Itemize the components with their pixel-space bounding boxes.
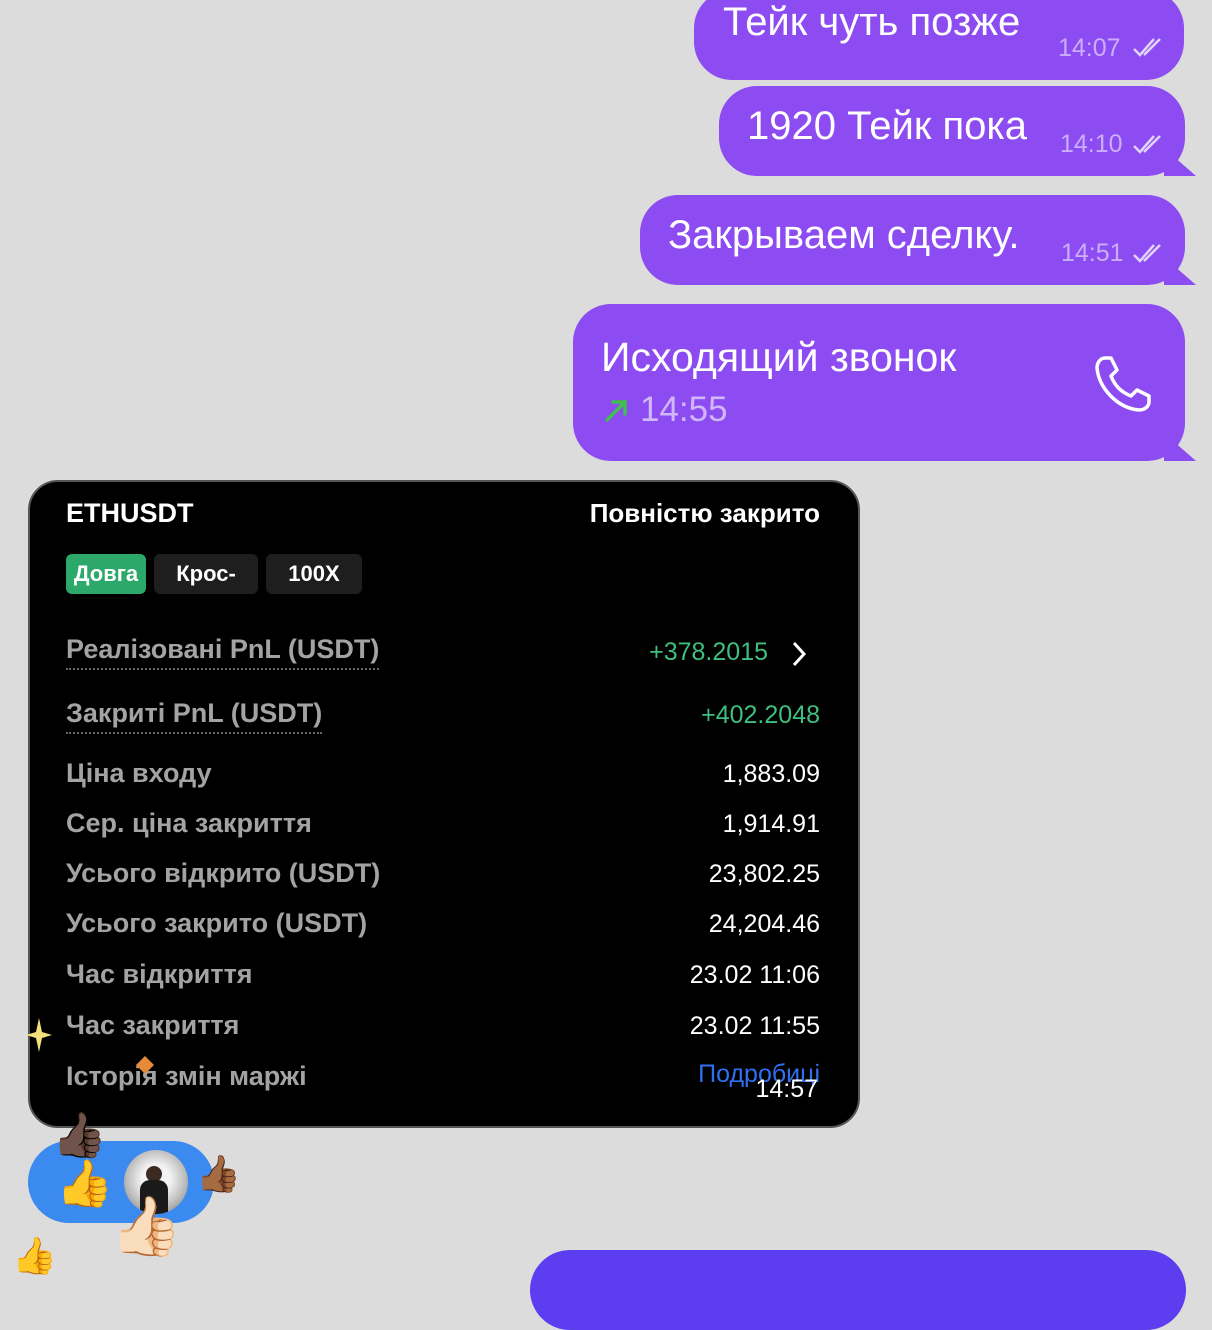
message-bubble[interactable] bbox=[530, 1250, 1186, 1330]
thumbs-up-emoji-icon: 👍🏾 bbox=[196, 1153, 241, 1194]
message-text: 1920 Тейк пока bbox=[747, 104, 1028, 148]
call-title: Исходящий звонок bbox=[601, 334, 957, 380]
avg-close-price-value: 1,914.91 bbox=[722, 810, 820, 838]
call-bubble[interactable]: Исходящий звонок 14:55 bbox=[573, 304, 1185, 461]
message-bubble[interactable]: Закрываем сделку. 14:51 bbox=[640, 195, 1185, 285]
total-opened-label: Усього відкрито (USDT) bbox=[66, 858, 381, 888]
read-ticks-icon bbox=[1133, 244, 1161, 263]
closed-pnl-label: Закриті PnL (USDT) bbox=[66, 698, 323, 734]
trade-result-card[interactable]: ETHUSDT Повністю закрито Довга Крос- 100… bbox=[28, 480, 860, 1128]
chevron-right-icon[interactable] bbox=[790, 640, 808, 668]
bubble-tail bbox=[1164, 433, 1196, 461]
trade-symbol: ETHUSDT bbox=[66, 498, 194, 528]
thumbs-up-emoji-icon: 👍🏿 bbox=[52, 1111, 107, 1160]
message-text: Тейк чуть позже bbox=[723, 0, 1021, 44]
outgoing-arrow-icon bbox=[605, 400, 627, 422]
realized-pnl-value: +378.2015 bbox=[649, 638, 768, 666]
message-time: 14:51 bbox=[1061, 239, 1124, 267]
phone-icon[interactable] bbox=[1091, 352, 1155, 416]
bubble-tail bbox=[1164, 148, 1196, 176]
avg-close-price-label: Сер. ціна закриття bbox=[66, 808, 312, 838]
total-closed-value: 24,204.46 bbox=[708, 910, 820, 938]
sparkle-icon bbox=[26, 1018, 52, 1052]
realized-pnl-label: Реалізовані PnL (USDT) bbox=[66, 634, 380, 670]
message-time: 14:07 bbox=[1058, 34, 1121, 62]
message-text: Закрываем сделку. bbox=[668, 213, 1020, 257]
message-bubble[interactable]: 1920 Тейк пока 14:10 bbox=[719, 86, 1185, 176]
total-closed-label: Усього закрито (USDT) bbox=[66, 908, 368, 938]
read-ticks-icon bbox=[1133, 135, 1161, 154]
close-time-value: 23.02 11:55 bbox=[689, 1012, 820, 1040]
total-opened-value: 23,802.25 bbox=[708, 860, 820, 888]
thumbs-up-emoji-icon: 👍🏻 bbox=[110, 1194, 183, 1259]
entry-price-label: Ціна входу bbox=[66, 758, 212, 788]
message-bubble[interactable]: Тейк чуть позже 14:07 bbox=[694, 0, 1184, 80]
trade-status: Повністю закрито bbox=[589, 498, 820, 528]
margin-mode-tag: Крос- bbox=[154, 554, 258, 594]
entry-price-value: 1,883.09 bbox=[722, 760, 820, 788]
sparkle-icon bbox=[136, 1056, 154, 1074]
margin-history-label: Історія змін маржі bbox=[66, 1061, 307, 1091]
closed-pnl-value: +402.2048 bbox=[701, 701, 820, 729]
bubble-tail bbox=[1164, 257, 1196, 285]
thumbs-up-reaction-icon[interactable]: 👍 bbox=[56, 1160, 113, 1206]
open-time-label: Час відкриття bbox=[66, 959, 253, 989]
thumbs-up-emoji-icon: 👍 bbox=[12, 1235, 57, 1276]
call-time: 14:55 bbox=[640, 390, 728, 429]
leverage-tag: 100X bbox=[266, 554, 362, 594]
position-side-tag: Довга bbox=[66, 554, 146, 594]
close-time-label: Час закриття bbox=[66, 1010, 240, 1040]
message-time: 14:57 bbox=[755, 1075, 818, 1103]
read-ticks-icon bbox=[1133, 38, 1161, 57]
open-time-value: 23.02 11:06 bbox=[689, 961, 820, 989]
message-time: 14:10 bbox=[1060, 130, 1123, 158]
